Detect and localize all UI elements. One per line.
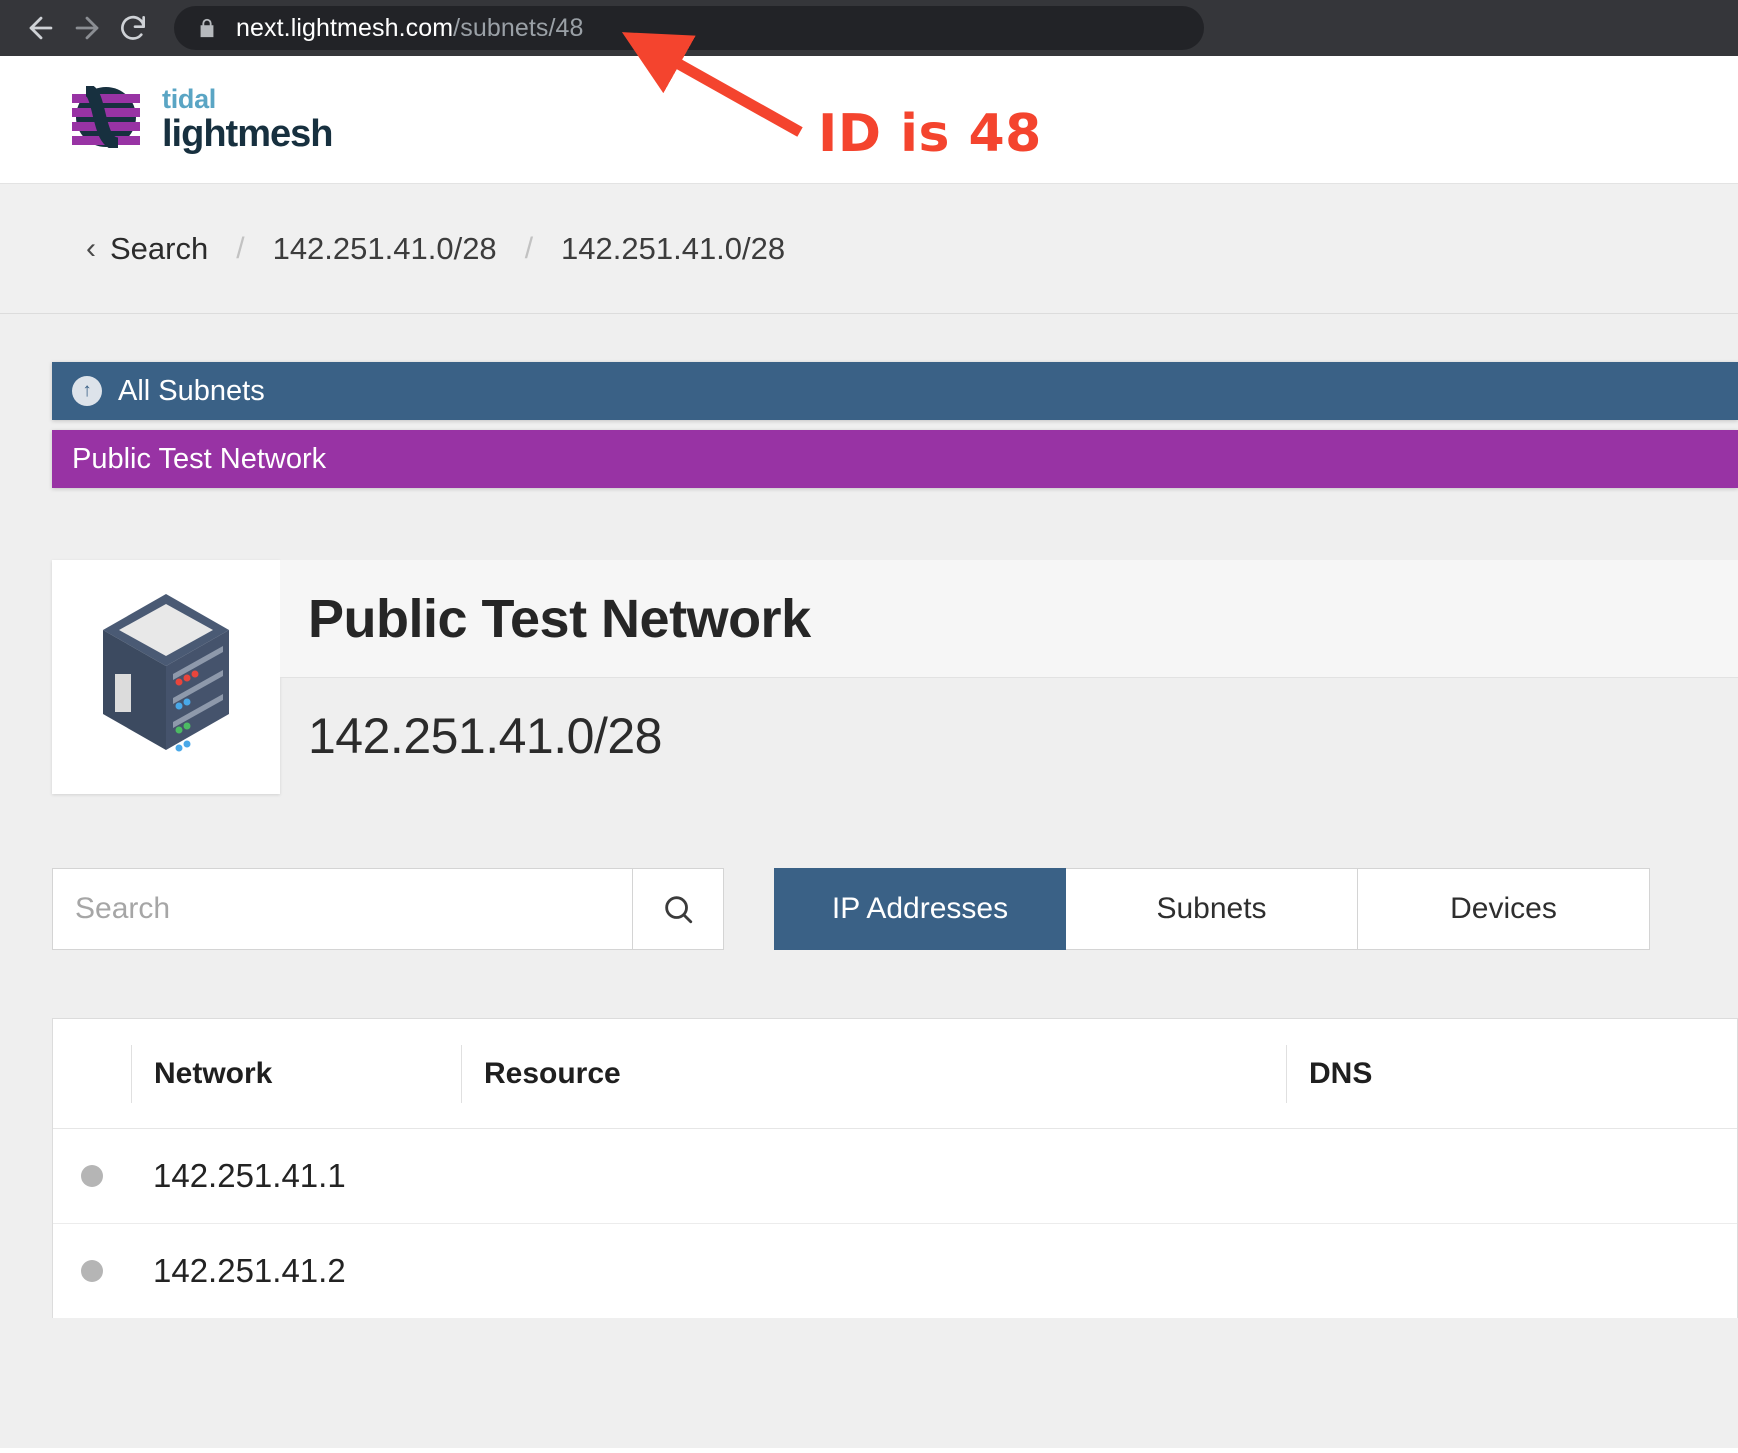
lock-icon [196,15,218,41]
status-badge [53,1165,131,1187]
search-group [52,868,724,950]
subnet-cidr-row: 142.251.41.0/28 [280,678,1738,794]
table-header-resource[interactable]: Resource [461,1044,1286,1103]
status-badge [53,1260,131,1282]
reload-button[interactable] [110,5,156,51]
table-header-row: Network Resource DNS [53,1019,1737,1129]
breadcrumb: ‹ Search / 142.251.41.0/28 / 142.251.41.… [0,184,1738,314]
subnet-detail-texts: Public Test Network 142.251.41.0/28 [280,560,1738,794]
forward-button[interactable] [64,5,110,51]
page-title: Public Test Network [308,588,811,649]
breadcrumb-separator: / [236,231,245,265]
breadcrumb-back-search[interactable]: ‹ Search [86,231,208,267]
search-button[interactable] [632,868,724,950]
breadcrumb-separator: / [524,231,534,265]
cell-network: 142.251.41.1 [153,1157,346,1194]
lightmesh-wave-logo-icon [66,83,146,153]
search-input[interactable] [52,868,632,950]
table-row[interactable]: 142.251.41.2 [53,1224,1737,1318]
breadcrumb-back-label: Search [110,230,209,266]
subnet-cidr: 142.251.41.0/28 [308,708,662,764]
search-icon [665,896,693,924]
subnet-detail: Public Test Network 142.251.41.0/28 [52,560,1738,794]
page-content: ↑ All Subnets Public Test Network Public… [0,314,1738,1448]
breadcrumb-item-1[interactable]: 142.251.41.0/28 [561,231,785,267]
status-dot-icon [81,1165,103,1187]
url-text: next.lightmesh.com/subnets/48 [236,14,584,43]
subnet-icon-card [52,560,280,794]
table-header-dns[interactable]: DNS [1286,1044,1706,1103]
back-button[interactable] [18,5,64,51]
current-subnet-label: Public Test Network [72,442,327,475]
all-subnets-band[interactable]: ↑ All Subnets [52,362,1738,420]
logo-wordmark: tidal lightmesh [162,84,333,155]
subnet-title-row: Public Test Network [280,560,1738,678]
current-subnet-band[interactable]: Public Test Network [52,430,1738,488]
view-tabs: IP Addresses Subnets Devices [774,868,1650,950]
tab-devices[interactable]: Devices [1358,868,1650,950]
ip-addresses-table: Network Resource DNS 142.251.41.1 142.25… [52,1018,1738,1318]
url-host: next.lightmesh.com [236,13,454,42]
app-header: tidal lightmesh [0,56,1738,184]
status-dot-icon [81,1260,103,1282]
table-header-network[interactable]: Network [131,1044,461,1103]
table-row[interactable]: 142.251.41.1 [53,1129,1737,1224]
cell-network: 142.251.41.2 [153,1252,346,1289]
browser-toolbar: next.lightmesh.com/subnets/48 [0,0,1738,56]
logo-tidal: tidal [162,84,217,114]
chevron-left-icon: ‹ [86,231,96,265]
back-arrow-icon [29,16,53,40]
logo-lightmesh: lightmesh [162,113,333,155]
arrow-up-circle-icon: ↑ [72,376,102,406]
url-path: /subnets/48 [453,13,584,42]
all-subnets-label: All Subnets [118,374,265,407]
tab-ip-addresses[interactable]: IP Addresses [774,868,1066,950]
forward-arrow-icon [75,16,99,40]
server-rack-icon [91,582,241,773]
list-controls: IP Addresses Subnets Devices [52,868,1738,950]
breadcrumb-item-0[interactable]: 142.251.41.0/28 [273,231,497,267]
address-bar[interactable]: next.lightmesh.com/subnets/48 [174,6,1204,50]
reload-icon [121,15,145,40]
table-header-status [53,1045,131,1103]
app-logo[interactable]: tidal lightmesh [66,83,333,155]
tab-subnets[interactable]: Subnets [1066,868,1358,950]
